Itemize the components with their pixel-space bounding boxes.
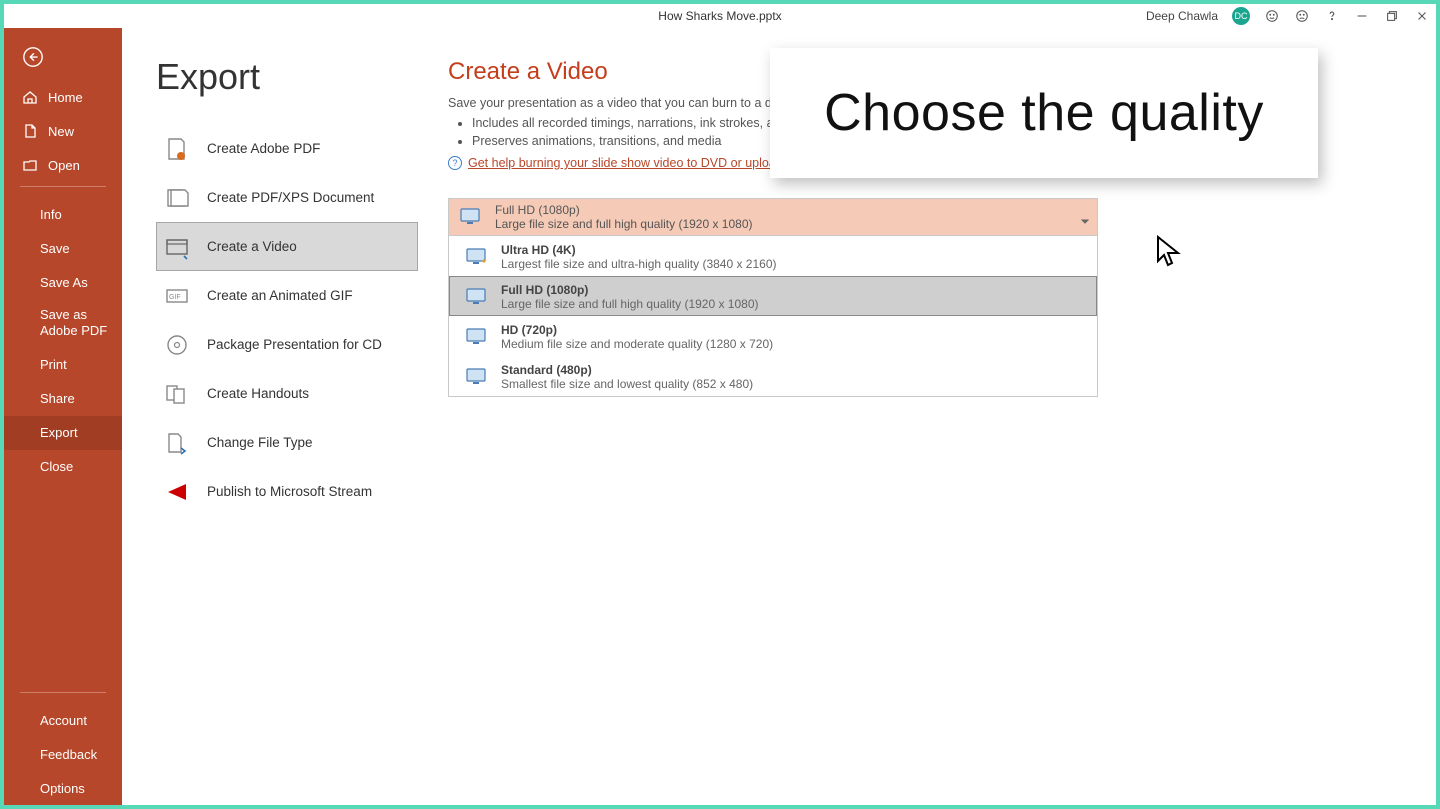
option-title: Standard (480p) [501, 363, 753, 377]
export-item-change-filetype[interactable]: Change File Type [156, 418, 418, 467]
sidebar-item-feedback[interactable]: Feedback [4, 737, 122, 771]
export-item-label: Change File Type [207, 435, 313, 450]
open-icon [22, 157, 38, 173]
selected-quality-title: Full HD (1080p) [495, 203, 753, 217]
export-panel: Export Create Adobe PDF Create PDF/XPS D… [122, 28, 418, 805]
chevron-down-icon [1081, 213, 1089, 221]
export-item-label: Create a Video [207, 239, 297, 254]
export-item-label: Create an Animated GIF [207, 288, 353, 303]
sidebar-item-open[interactable]: Open [4, 148, 122, 182]
sidebar-label: Home [48, 90, 83, 105]
quality-option-uhd[interactable]: Ultra HD (4K) Largest file size and ultr… [449, 236, 1097, 276]
sidebar-item-new[interactable]: New [4, 114, 122, 148]
user-avatar[interactable]: DC [1232, 7, 1250, 25]
app-window: How Sharks Move.pptx Deep Chawla DC Home [4, 4, 1436, 805]
help-icon[interactable] [1324, 8, 1340, 24]
quality-dropdown-list: Ultra HD (4K) Largest file size and ultr… [448, 236, 1098, 397]
option-desc: Largest file size and ultra-high quality… [501, 257, 777, 271]
sidebar-item-info[interactable]: Info [4, 197, 122, 231]
export-item-publish-stream[interactable]: Publish to Microsoft Stream [156, 467, 418, 516]
export-item-label: Create PDF/XPS Document [207, 190, 374, 205]
export-title: Export [156, 56, 418, 98]
quality-option-hd[interactable]: HD (720p) Medium file size and moderate … [449, 316, 1097, 356]
option-desc: Smallest file size and lowest quality (8… [501, 377, 753, 391]
stream-icon [163, 478, 191, 506]
user-name: Deep Chawla [1146, 9, 1218, 23]
sidebar-label: New [48, 124, 74, 139]
export-item-animated-gif[interactable]: GIF Create an Animated GIF [156, 271, 418, 320]
export-item-label: Create Handouts [207, 386, 309, 401]
cursor-icon [1156, 235, 1182, 269]
video-icon [163, 233, 191, 261]
cd-icon [163, 331, 191, 359]
export-item-pdf-xps[interactable]: Create PDF/XPS Document [156, 173, 418, 222]
sidebar-item-saveas[interactable]: Save As [4, 265, 122, 299]
export-item-label: Create Adobe PDF [207, 141, 320, 156]
export-item-label: Publish to Microsoft Stream [207, 484, 372, 499]
monitor-icon [463, 324, 489, 350]
monitor-icon [463, 364, 489, 390]
option-desc: Medium file size and moderate quality (1… [501, 337, 773, 351]
sidebar-item-export[interactable]: Export [4, 416, 122, 450]
handouts-icon [163, 380, 191, 408]
document-title: How Sharks Move.pptx [658, 9, 781, 23]
annotation-card: Choose the quality [770, 48, 1318, 178]
svg-text:GIF: GIF [169, 294, 181, 301]
monitor-icon [463, 284, 489, 310]
option-title: HD (720p) [501, 323, 773, 337]
sidebar-item-save[interactable]: Save [4, 231, 122, 265]
export-item-create-video[interactable]: Create a Video [156, 222, 418, 271]
sidebar-item-close[interactable]: Close [4, 450, 122, 484]
new-icon [22, 123, 38, 139]
export-item-handouts[interactable]: Create Handouts [156, 369, 418, 418]
quality-dropdown: Full HD (1080p) Large file size and full… [448, 198, 1098, 397]
help-info-icon: ? [448, 156, 462, 170]
sidebar-item-print[interactable]: Print [4, 348, 122, 382]
export-item-package-cd[interactable]: Package Presentation for CD [156, 320, 418, 369]
monitor-icon [463, 244, 489, 270]
option-title: Full HD (1080p) [501, 283, 759, 297]
annotation-text: Choose the quality [824, 83, 1264, 143]
export-item-label: Package Presentation for CD [207, 337, 382, 352]
home-icon [22, 89, 38, 105]
close-icon[interactable] [1414, 8, 1430, 24]
sidebar-item-options[interactable]: Options [4, 771, 122, 805]
sidebar-item-account[interactable]: Account [4, 703, 122, 737]
monitor-icon [457, 204, 483, 230]
quality-dropdown-selected[interactable]: Full HD (1080p) Large file size and full… [448, 198, 1098, 236]
back-button[interactable] [4, 34, 122, 80]
minimize-icon[interactable] [1354, 8, 1370, 24]
option-title: Ultra HD (4K) [501, 243, 777, 257]
export-item-adobe-pdf[interactable]: Create Adobe PDF [156, 124, 418, 173]
face-sad-icon[interactable] [1294, 8, 1310, 24]
sidebar-item-home[interactable]: Home [4, 80, 122, 114]
change-filetype-icon [163, 429, 191, 457]
gif-icon: GIF [163, 282, 191, 310]
restore-icon[interactable] [1384, 8, 1400, 24]
pdf-xps-icon [163, 184, 191, 212]
backstage-sidebar: Home New Open Info Save Save As Save as … [4, 28, 122, 805]
quality-option-fhd[interactable]: Full HD (1080p) Large file size and full… [449, 276, 1097, 316]
sidebar-item-share[interactable]: Share [4, 382, 122, 416]
title-bar: How Sharks Move.pptx Deep Chawla DC [4, 4, 1436, 28]
quality-option-sd[interactable]: Standard (480p) Smallest file size and l… [449, 356, 1097, 396]
selected-quality-desc: Large file size and full high quality (1… [495, 217, 753, 231]
sidebar-item-save-adobe-pdf[interactable]: Save as Adobe PDF [4, 299, 122, 348]
sidebar-label: Open [48, 158, 80, 173]
face-happy-icon[interactable] [1264, 8, 1280, 24]
option-desc: Large file size and full high quality (1… [501, 297, 759, 311]
pdf-adobe-icon [163, 135, 191, 163]
